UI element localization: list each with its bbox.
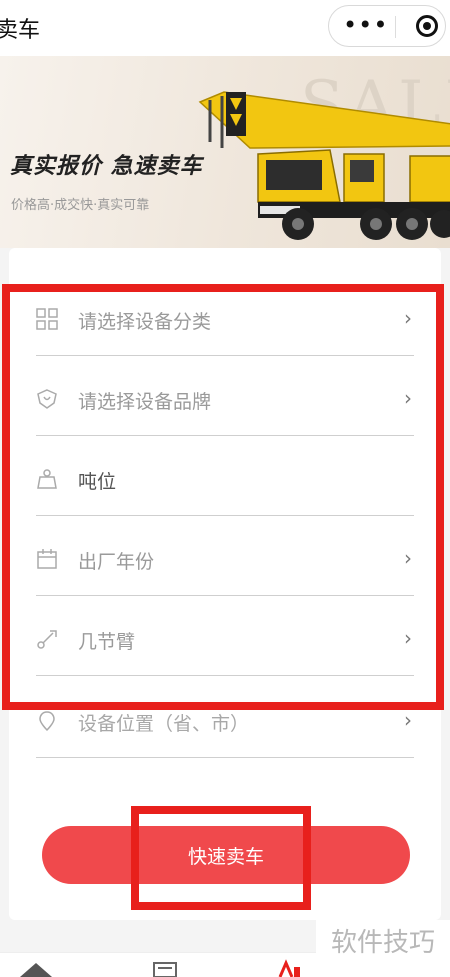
capsule-divider [395,16,396,38]
highlight-box-button [131,806,311,910]
crane-truck-image [198,91,450,240]
close-button[interactable] [416,15,438,37]
tab-sell[interactable] [276,959,302,977]
tab-home[interactable] [18,961,54,977]
chevron-right-icon: › [404,708,412,732]
banner-headline: 真实报价 急速卖车 [10,154,203,179]
mini-program-capsule: ••• [328,5,446,47]
more-button[interactable]: ••• [343,13,388,37]
location-label: 设备位置（省、市） [78,713,250,735]
page-title: 卖车 [0,18,41,43]
top-bar: 卖车 ••• [0,0,450,56]
promo-banner: SALE 真实报价 急速卖车 价格高·成交快·真实可靠 [0,56,450,248]
highlight-box-form [2,284,444,710]
banner-subtitle: 价格高·成交快·真实可靠 [11,198,150,213]
watermark-text: 软件技巧 [316,920,450,966]
location-icon [39,711,55,732]
tab-list[interactable] [150,959,180,977]
